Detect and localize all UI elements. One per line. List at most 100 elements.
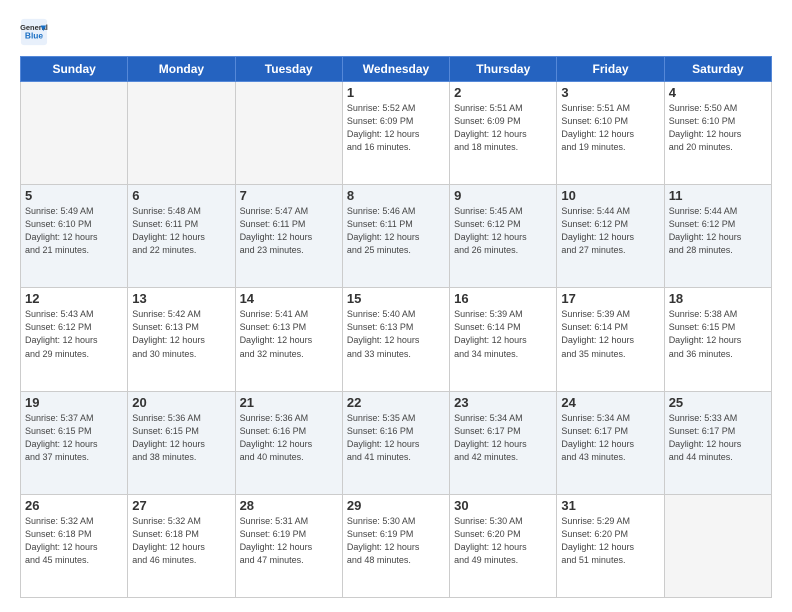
weekday-header-monday: Monday [128, 57, 235, 82]
calendar-cell: 7 Sunrise: 5:47 AM Sunset: 6:11 PM Daylig… [235, 185, 342, 288]
day-number: 7 [240, 188, 338, 203]
day-info: Sunrise: 5:34 AM Sunset: 6:17 PM Dayligh… [454, 412, 552, 464]
calendar-cell: 23Sunrise: 5:34 AM Sunset: 6:17 PM Dayli… [450, 391, 557, 494]
day-info: Sunrise: 5:48 AM Sunset: 6:11 PM Dayligh… [132, 205, 230, 257]
calendar-cell: 10 Sunrise: 5:44 AM Sunset: 6:12 PM Dayli… [557, 185, 664, 288]
calendar-cell: 11 Sunrise: 5:44 AM Sunset: 6:12 PM Dayli… [664, 185, 771, 288]
week-row-1: 1 Sunrise: 5:52 AM Sunset: 6:09 PM Daylig… [21, 82, 772, 185]
calendar-table: SundayMondayTuesdayWednesdayThursdayFrid… [20, 56, 772, 598]
day-info: Sunrise: 5:51 AM Sunset: 6:10 PM Dayligh… [561, 102, 659, 154]
calendar-cell: 20 Sunrise: 5:36 AM Sunset: 6:15 PM Dayli… [128, 391, 235, 494]
weekday-header-tuesday: Tuesday [235, 57, 342, 82]
day-info: Sunrise: 5:33 AM Sunset: 6:17 PM Dayligh… [669, 412, 767, 464]
day-number: 25 [669, 395, 767, 410]
day-info: Sunrise: 5:35 AM Sunset: 6:16 PM Dayligh… [347, 412, 445, 464]
calendar-cell: 27 Sunrise: 5:32 AM Sunset: 6:18 PM Dayli… [128, 494, 235, 597]
day-info: Sunrise: 5:32 AM Sunset: 6:18 PM Dayligh… [132, 515, 230, 567]
logo-icon: General Blue [20, 18, 48, 46]
week-row-4: 19 Sunrise: 5:37 AM Sunset: 6:15 PM Dayli… [21, 391, 772, 494]
day-info: Sunrise: 5:43 AM Sunset: 6:12 PM Dayligh… [25, 308, 123, 360]
day-info: Sunrise: 5:32 AM Sunset: 6:18 PM Dayligh… [25, 515, 123, 567]
day-info: Sunrise: 5:30 AM Sunset: 6:19 PM Dayligh… [347, 515, 445, 567]
calendar-cell [21, 82, 128, 185]
day-info: Sunrise: 5:46 AM Sunset: 6:11 PM Dayligh… [347, 205, 445, 257]
day-info: Sunrise: 5:37 AM Sunset: 6:15 PM Dayligh… [25, 412, 123, 464]
day-number: 29 [347, 498, 445, 513]
header: General Blue [20, 18, 772, 46]
calendar-cell: 17 Sunrise: 5:39 AM Sunset: 6:14 PM Dayli… [557, 288, 664, 391]
day-number: 24 [561, 395, 659, 410]
weekday-header-sunday: Sunday [21, 57, 128, 82]
day-number: 27 [132, 498, 230, 513]
day-number: 5 [25, 188, 123, 203]
day-number: 3 [561, 85, 659, 100]
page: General Blue SundayMondayTuesdayWednesda… [0, 0, 792, 612]
calendar-cell: 1 Sunrise: 5:52 AM Sunset: 6:09 PM Daylig… [342, 82, 449, 185]
day-number: 13 [132, 291, 230, 306]
day-info: Sunrise: 5:36 AM Sunset: 6:15 PM Dayligh… [132, 412, 230, 464]
day-info: Sunrise: 5:49 AM Sunset: 6:10 PM Dayligh… [25, 205, 123, 257]
calendar-cell: 6 Sunrise: 5:48 AM Sunset: 6:11 PM Daylig… [128, 185, 235, 288]
calendar-cell: 21Sunrise: 5:36 AM Sunset: 6:16 PM Dayli… [235, 391, 342, 494]
day-number: 15 [347, 291, 445, 306]
day-info: Sunrise: 5:29 AM Sunset: 6:20 PM Dayligh… [561, 515, 659, 567]
calendar-cell [235, 82, 342, 185]
calendar-cell [664, 494, 771, 597]
day-number: 4 [669, 85, 767, 100]
weekday-header-thursday: Thursday [450, 57, 557, 82]
calendar-cell: 30 Sunrise: 5:30 AM Sunset: 6:20 PM Dayli… [450, 494, 557, 597]
calendar-cell: 16 Sunrise: 5:39 AM Sunset: 6:14 PM Dayli… [450, 288, 557, 391]
day-info: Sunrise: 5:34 AM Sunset: 6:17 PM Dayligh… [561, 412, 659, 464]
day-info: Sunrise: 5:31 AM Sunset: 6:19 PM Dayligh… [240, 515, 338, 567]
calendar-cell: 3 Sunrise: 5:51 AM Sunset: 6:10 PM Daylig… [557, 82, 664, 185]
calendar-cell: 25 Sunrise: 5:33 AM Sunset: 6:17 PM Dayli… [664, 391, 771, 494]
calendar-cell: 31 Sunrise: 5:29 AM Sunset: 6:20 PM Dayli… [557, 494, 664, 597]
day-info: Sunrise: 5:44 AM Sunset: 6:12 PM Dayligh… [669, 205, 767, 257]
day-number: 2 [454, 85, 552, 100]
calendar-cell: 29 Sunrise: 5:30 AM Sunset: 6:19 PM Dayli… [342, 494, 449, 597]
weekday-header-row: SundayMondayTuesdayWednesdayThursdayFrid… [21, 57, 772, 82]
day-number: 11 [669, 188, 767, 203]
day-number: 17 [561, 291, 659, 306]
calendar-cell: 24 Sunrise: 5:34 AM Sunset: 6:17 PM Dayli… [557, 391, 664, 494]
day-info: Sunrise: 5:47 AM Sunset: 6:11 PM Dayligh… [240, 205, 338, 257]
calendar-cell: 18Sunrise: 5:38 AM Sunset: 6:15 PM Dayli… [664, 288, 771, 391]
day-number: 19 [25, 395, 123, 410]
day-info: Sunrise: 5:42 AM Sunset: 6:13 PM Dayligh… [132, 308, 230, 360]
calendar-cell: 8Sunrise: 5:46 AM Sunset: 6:11 PM Daylig… [342, 185, 449, 288]
day-number: 9 [454, 188, 552, 203]
day-number: 16 [454, 291, 552, 306]
day-info: Sunrise: 5:30 AM Sunset: 6:20 PM Dayligh… [454, 515, 552, 567]
calendar-cell: 19 Sunrise: 5:37 AM Sunset: 6:15 PM Dayli… [21, 391, 128, 494]
day-info: Sunrise: 5:40 AM Sunset: 6:13 PM Dayligh… [347, 308, 445, 360]
day-number: 30 [454, 498, 552, 513]
day-info: Sunrise: 5:50 AM Sunset: 6:10 PM Dayligh… [669, 102, 767, 154]
calendar-cell: 4 Sunrise: 5:50 AM Sunset: 6:10 PM Daylig… [664, 82, 771, 185]
calendar-cell: 14Sunrise: 5:41 AM Sunset: 6:13 PM Dayli… [235, 288, 342, 391]
day-number: 10 [561, 188, 659, 203]
day-info: Sunrise: 5:39 AM Sunset: 6:14 PM Dayligh… [454, 308, 552, 360]
day-number: 28 [240, 498, 338, 513]
day-info: Sunrise: 5:51 AM Sunset: 6:09 PM Dayligh… [454, 102, 552, 154]
day-number: 1 [347, 85, 445, 100]
calendar-cell: 13 Sunrise: 5:42 AM Sunset: 6:13 PM Dayli… [128, 288, 235, 391]
calendar-cell: 9Sunrise: 5:45 AM Sunset: 6:12 PM Daylig… [450, 185, 557, 288]
day-info: Sunrise: 5:38 AM Sunset: 6:15 PM Dayligh… [669, 308, 767, 360]
week-row-3: 12Sunrise: 5:43 AM Sunset: 6:12 PM Dayli… [21, 288, 772, 391]
weekday-header-friday: Friday [557, 57, 664, 82]
calendar-cell: 12Sunrise: 5:43 AM Sunset: 6:12 PM Dayli… [21, 288, 128, 391]
day-info: Sunrise: 5:39 AM Sunset: 6:14 PM Dayligh… [561, 308, 659, 360]
calendar-cell: 26Sunrise: 5:32 AM Sunset: 6:18 PM Dayli… [21, 494, 128, 597]
week-row-5: 26Sunrise: 5:32 AM Sunset: 6:18 PM Dayli… [21, 494, 772, 597]
week-row-2: 5 Sunrise: 5:49 AM Sunset: 6:10 PM Daylig… [21, 185, 772, 288]
day-number: 20 [132, 395, 230, 410]
calendar-cell: 2 Sunrise: 5:51 AM Sunset: 6:09 PM Daylig… [450, 82, 557, 185]
calendar-cell: 22Sunrise: 5:35 AM Sunset: 6:16 PM Dayli… [342, 391, 449, 494]
day-info: Sunrise: 5:52 AM Sunset: 6:09 PM Dayligh… [347, 102, 445, 154]
svg-text:Blue: Blue [25, 31, 43, 41]
logo: General Blue [20, 18, 48, 46]
day-number: 31 [561, 498, 659, 513]
day-number: 6 [132, 188, 230, 203]
day-info: Sunrise: 5:44 AM Sunset: 6:12 PM Dayligh… [561, 205, 659, 257]
calendar-cell [128, 82, 235, 185]
